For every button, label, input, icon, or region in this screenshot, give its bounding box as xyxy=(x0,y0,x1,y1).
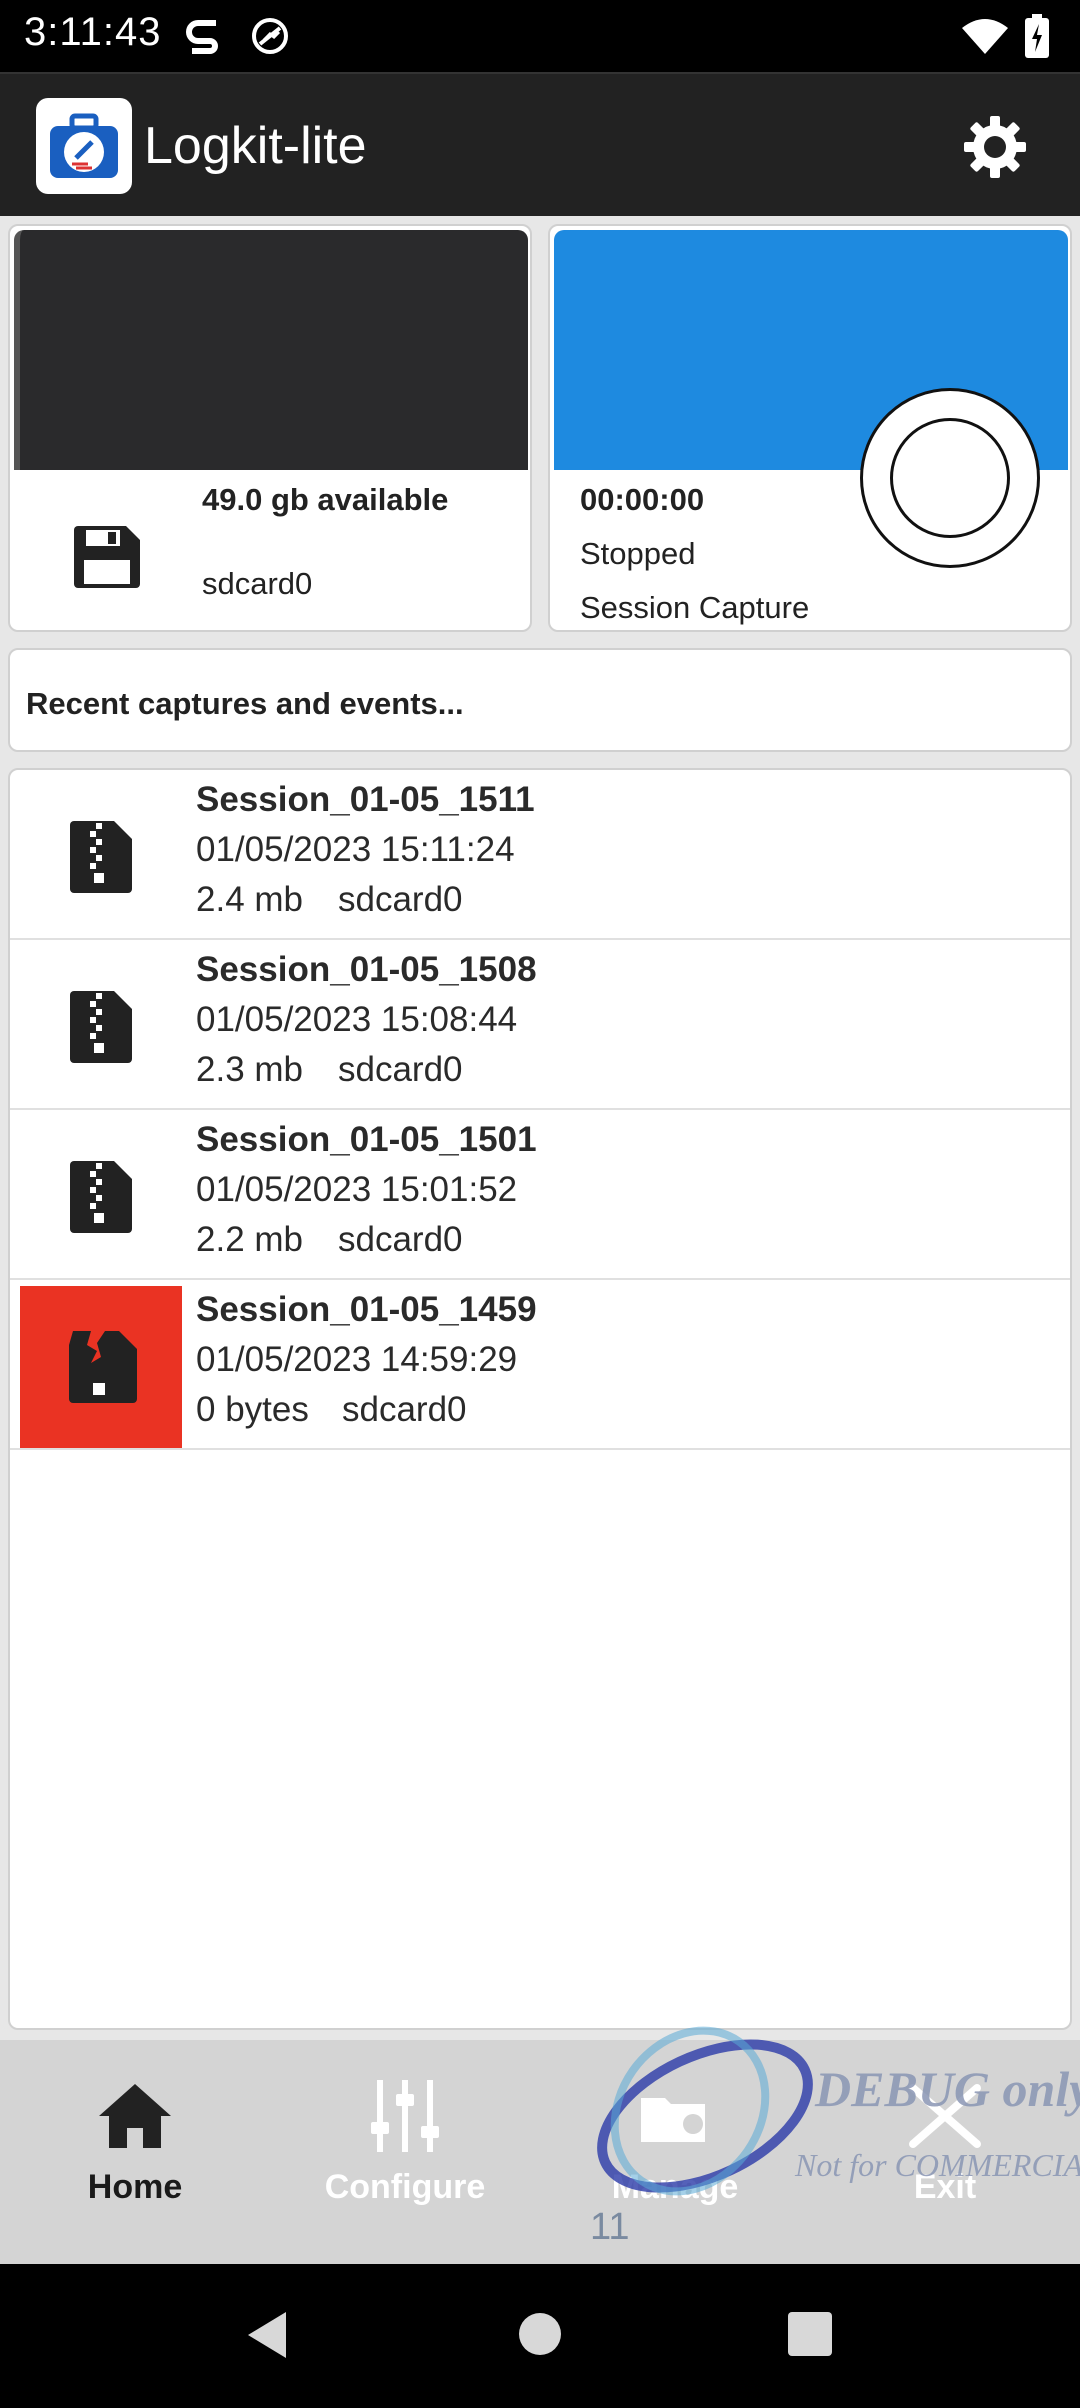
nav-manage-label: Manage xyxy=(611,2168,739,2206)
session-name: Session_01-05_1459 xyxy=(196,1290,537,1329)
nav-manage[interactable]: Manage xyxy=(540,2040,810,2264)
app-logo-icon xyxy=(36,98,132,194)
session-datetime: 01/05/2023 15:08:44 xyxy=(196,1000,518,1039)
session-row[interactable]: Session_01-05_1508 01/05/2023 15:08:44 2… xyxy=(10,940,1070,1110)
session-name: Session_01-05_1511 xyxy=(196,780,535,819)
session-capture-card[interactable]: 00:00:00 Stopped Session Capture xyxy=(548,224,1072,632)
app-title: Logkit-lite xyxy=(144,117,367,175)
session-datetime: 01/05/2023 15:11:24 xyxy=(196,830,515,869)
nav-configure-label: Configure xyxy=(324,2168,486,2206)
recent-header: Recent captures and events... xyxy=(26,686,464,721)
zip-file-icon xyxy=(20,946,182,1108)
do-not-disturb-icon xyxy=(252,18,288,54)
nav-exit[interactable]: Exit xyxy=(810,2040,1080,2264)
session-location: sdcard0 xyxy=(338,880,463,919)
broken-zip-file-icon xyxy=(20,1286,182,1448)
storage-device: sdcard0 xyxy=(202,566,313,601)
nav-exit-label: Exit xyxy=(913,2168,977,2206)
session-name: Session_01-05_1508 xyxy=(196,950,537,989)
svg-text:5: 5 xyxy=(994,41,1002,56)
session-row[interactable]: Session_01-05_1459 01/05/2023 14:59:29 0… xyxy=(10,1280,1070,1450)
status-bar: 3:11:43 5 xyxy=(0,0,1080,72)
record-button[interactable] xyxy=(860,388,1040,568)
nav-home-label: Home xyxy=(87,2168,183,2206)
wifi-icon: 5 xyxy=(962,19,1008,56)
storage-card[interactable]: 49.0 gb available sdcard0 xyxy=(8,224,532,632)
recents-icon[interactable] xyxy=(786,2310,834,2358)
battery-icon xyxy=(1025,14,1049,58)
capture-timer: 00:00:00 xyxy=(580,482,705,517)
record-ring-icon xyxy=(890,418,1010,538)
main-content: 49.0 gb available sdcard0 00:00:00 Stopp… xyxy=(0,216,1080,2040)
session-datetime: 01/05/2023 14:59:29 xyxy=(196,1340,518,1379)
session-name: Session_01-05_1501 xyxy=(196,1120,537,1159)
bottom-nav: Home Configure Manage Exit xyxy=(0,2040,1080,2264)
capture-label: Session Capture xyxy=(580,590,810,625)
app-bar: Logkit-lite xyxy=(0,72,1080,216)
session-list: Session_01-05_1511 01/05/2023 15:11:24 2… xyxy=(8,768,1072,2030)
nav-configure[interactable]: Configure xyxy=(270,2040,540,2264)
capture-state: Stopped xyxy=(580,536,696,571)
gear-icon[interactable] xyxy=(960,112,1030,182)
storage-available: 49.0 gb available xyxy=(202,482,449,517)
nav-home[interactable]: Home xyxy=(0,2040,270,2264)
session-size: 2.2 mb xyxy=(196,1220,303,1259)
home-icon xyxy=(99,2084,171,2148)
floppy-disk-icon xyxy=(74,526,140,588)
sliders-icon xyxy=(371,2080,439,2152)
storage-graph-panel xyxy=(14,230,528,470)
home-circle-icon[interactable] xyxy=(516,2310,564,2358)
session-datetime: 01/05/2023 15:01:52 xyxy=(196,1170,518,1209)
folder-gear-icon xyxy=(641,2098,705,2142)
session-size: 2.4 mb xyxy=(196,880,303,919)
back-icon[interactable] xyxy=(242,2308,292,2362)
system-nav-bar xyxy=(0,2264,1080,2408)
close-icon xyxy=(909,2084,981,2148)
session-location: sdcard0 xyxy=(338,1220,463,1259)
zip-file-icon xyxy=(20,776,182,938)
session-location: sdcard0 xyxy=(342,1390,467,1429)
notification-icon xyxy=(186,20,218,54)
watermark-count: 11 xyxy=(590,2206,630,2248)
status-time: 3:11:43 xyxy=(24,10,162,54)
session-size: 2.3 mb xyxy=(196,1050,303,1089)
session-row[interactable]: Session_01-05_1511 01/05/2023 15:11:24 2… xyxy=(10,770,1070,940)
session-row[interactable]: Session_01-05_1501 01/05/2023 15:01:52 2… xyxy=(10,1110,1070,1280)
zip-file-icon xyxy=(20,1116,182,1278)
session-size: 0 bytes xyxy=(196,1390,309,1429)
recent-header-card: Recent captures and events... xyxy=(8,648,1072,752)
session-location: sdcard0 xyxy=(338,1050,463,1089)
